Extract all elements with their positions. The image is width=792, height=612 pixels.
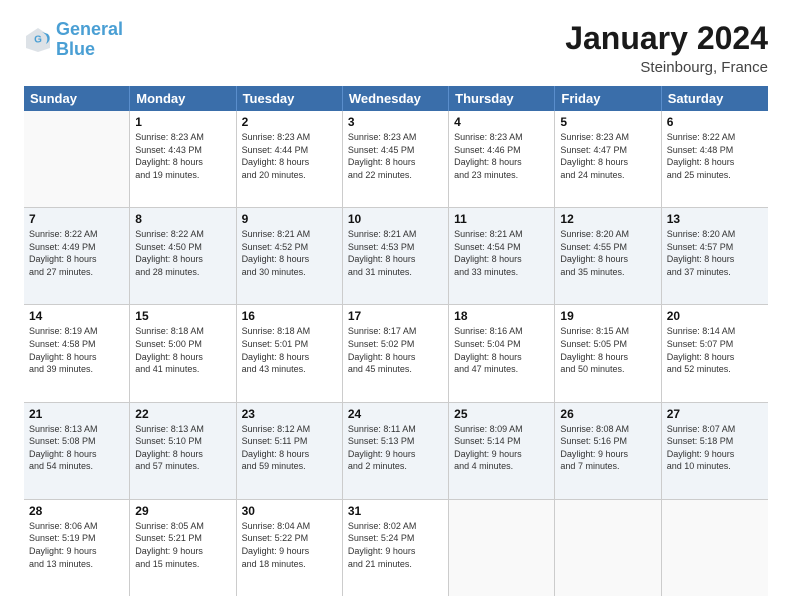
cell-jan-29: 29 Sunrise: 8:05 AMSunset: 5:21 PMDaylig… xyxy=(130,500,236,596)
cell-jan-15: 15 Sunrise: 8:18 AMSunset: 5:00 PMDaylig… xyxy=(130,305,236,401)
week-row-4: 21 Sunrise: 8:13 AMSunset: 5:08 PMDaylig… xyxy=(24,403,768,500)
cell-jan-12: 12 Sunrise: 8:20 AMSunset: 4:55 PMDaylig… xyxy=(555,208,661,304)
cell-jan-5: 5 Sunrise: 8:23 AMSunset: 4:47 PMDayligh… xyxy=(555,111,661,207)
cell-jan-20: 20 Sunrise: 8:14 AMSunset: 5:07 PMDaylig… xyxy=(662,305,768,401)
cell-jan-1: 1 Sunrise: 8:23 AMSunset: 4:43 PMDayligh… xyxy=(130,111,236,207)
cell-jan-18: 18 Sunrise: 8:16 AMSunset: 5:04 PMDaylig… xyxy=(449,305,555,401)
week-row-5: 28 Sunrise: 8:06 AMSunset: 5:19 PMDaylig… xyxy=(24,500,768,596)
cell-empty-5a xyxy=(449,500,555,596)
cell-jan-16: 16 Sunrise: 8:18 AMSunset: 5:01 PMDaylig… xyxy=(237,305,343,401)
calendar-header: Sunday Monday Tuesday Wednesday Thursday… xyxy=(24,86,768,111)
cell-jan-11: 11 Sunrise: 8:21 AMSunset: 4:54 PMDaylig… xyxy=(449,208,555,304)
cell-jan-10: 10 Sunrise: 8:21 AMSunset: 4:53 PMDaylig… xyxy=(343,208,449,304)
cell-jan-27: 27 Sunrise: 8:07 AMSunset: 5:18 PMDaylig… xyxy=(662,403,768,499)
page: G General Blue January 2024 Steinbourg, … xyxy=(0,0,792,612)
cell-empty-5b xyxy=(555,500,661,596)
week-row-3: 14 Sunrise: 8:19 AMSunset: 4:58 PMDaylig… xyxy=(24,305,768,402)
cell-jan-8: 8 Sunrise: 8:22 AMSunset: 4:50 PMDayligh… xyxy=(130,208,236,304)
cell-jan-25: 25 Sunrise: 8:09 AMSunset: 5:14 PMDaylig… xyxy=(449,403,555,499)
cell-jan-14: 14 Sunrise: 8:19 AMSunset: 4:58 PMDaylig… xyxy=(24,305,130,401)
cell-jan-31: 31 Sunrise: 8:02 AMSunset: 5:24 PMDaylig… xyxy=(343,500,449,596)
header-tuesday: Tuesday xyxy=(237,86,343,111)
cell-jan-23: 23 Sunrise: 8:12 AMSunset: 5:11 PMDaylig… xyxy=(237,403,343,499)
cell-jan-13: 13 Sunrise: 8:20 AMSunset: 4:57 PMDaylig… xyxy=(662,208,768,304)
week-row-2: 7 Sunrise: 8:22 AMSunset: 4:49 PMDayligh… xyxy=(24,208,768,305)
header: G General Blue January 2024 Steinbourg, … xyxy=(24,20,768,76)
cell-jan-9: 9 Sunrise: 8:21 AMSunset: 4:52 PMDayligh… xyxy=(237,208,343,304)
logo-line1: General xyxy=(56,19,123,39)
cell-empty-5c xyxy=(662,500,768,596)
logo-name: General Blue xyxy=(56,20,123,60)
cell-jan-26: 26 Sunrise: 8:08 AMSunset: 5:16 PMDaylig… xyxy=(555,403,661,499)
cell-jan-28: 28 Sunrise: 8:06 AMSunset: 5:19 PMDaylig… xyxy=(24,500,130,596)
cell-jan-24: 24 Sunrise: 8:11 AMSunset: 5:13 PMDaylig… xyxy=(343,403,449,499)
cell-jan-4: 4 Sunrise: 8:23 AMSunset: 4:46 PMDayligh… xyxy=(449,111,555,207)
cell-empty-1 xyxy=(24,111,130,207)
header-thursday: Thursday xyxy=(449,86,555,111)
header-friday: Friday xyxy=(555,86,661,111)
cell-jan-2: 2 Sunrise: 8:23 AMSunset: 4:44 PMDayligh… xyxy=(237,111,343,207)
header-wednesday: Wednesday xyxy=(343,86,449,111)
logo: G General Blue xyxy=(24,20,123,60)
header-monday: Monday xyxy=(130,86,236,111)
cell-jan-19: 19 Sunrise: 8:15 AMSunset: 5:05 PMDaylig… xyxy=(555,305,661,401)
week-row-1: 1 Sunrise: 8:23 AMSunset: 4:43 PMDayligh… xyxy=(24,111,768,208)
cell-jan-21: 21 Sunrise: 8:13 AMSunset: 5:08 PMDaylig… xyxy=(24,403,130,499)
logo-line2: Blue xyxy=(56,39,95,59)
cell-jan-22: 22 Sunrise: 8:13 AMSunset: 5:10 PMDaylig… xyxy=(130,403,236,499)
cell-jan-17: 17 Sunrise: 8:17 AMSunset: 5:02 PMDaylig… xyxy=(343,305,449,401)
cell-jan-3: 3 Sunrise: 8:23 AMSunset: 4:45 PMDayligh… xyxy=(343,111,449,207)
calendar: Sunday Monday Tuesday Wednesday Thursday… xyxy=(24,86,768,596)
subtitle: Steinbourg, France xyxy=(565,59,768,76)
header-saturday: Saturday xyxy=(662,86,768,111)
cell-jan-7: 7 Sunrise: 8:22 AMSunset: 4:49 PMDayligh… xyxy=(24,208,130,304)
cell-jan-30: 30 Sunrise: 8:04 AMSunset: 5:22 PMDaylig… xyxy=(237,500,343,596)
logo-icon: G xyxy=(24,26,52,54)
logo-text-block: General Blue xyxy=(56,20,123,60)
header-sunday: Sunday xyxy=(24,86,130,111)
title-block: January 2024 Steinbourg, France xyxy=(565,20,768,76)
main-title: January 2024 xyxy=(565,20,768,57)
calendar-body: 1 Sunrise: 8:23 AMSunset: 4:43 PMDayligh… xyxy=(24,111,768,596)
cell-jan-6: 6 Sunrise: 8:22 AMSunset: 4:48 PMDayligh… xyxy=(662,111,768,207)
svg-text:G: G xyxy=(34,34,42,45)
